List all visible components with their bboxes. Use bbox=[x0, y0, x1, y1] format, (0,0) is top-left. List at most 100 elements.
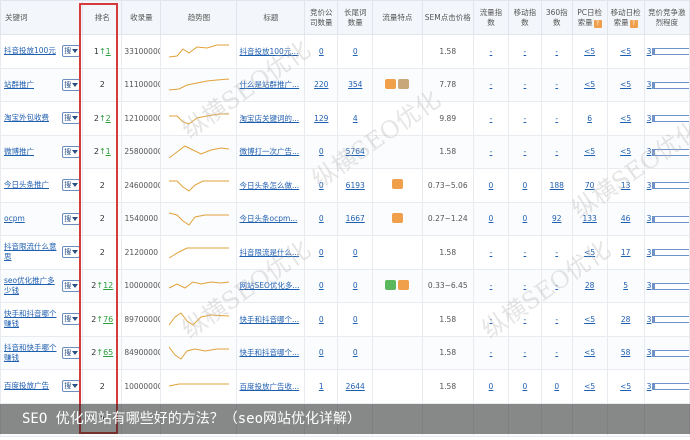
cell-pc-search-link[interactable]: 28 bbox=[585, 281, 595, 290]
search-dropdown[interactable]: 搜 bbox=[62, 212, 81, 225]
header-competition[interactable]: 竞价竞争激烈程度 bbox=[643, 0, 690, 35]
competition-value[interactable]: 3 bbox=[647, 214, 652, 223]
trend-sparkline[interactable] bbox=[167, 274, 231, 296]
trend-sparkline[interactable] bbox=[167, 173, 231, 195]
search-dropdown[interactable]: 搜 bbox=[62, 346, 81, 359]
longtail-link[interactable]: 6193 bbox=[346, 181, 365, 190]
longtail-link[interactable]: 2644 bbox=[346, 382, 365, 391]
header-sem[interactable]: SEM点击价格 bbox=[421, 0, 474, 35]
header-keyword[interactable]: 关键词 bbox=[0, 0, 84, 35]
cell-mobile-index-link[interactable]: 0 bbox=[522, 382, 527, 391]
cell-flow-index-link[interactable]: 0 bbox=[489, 181, 494, 190]
cell-flow-index-link[interactable]: - bbox=[490, 248, 493, 257]
longtail-link[interactable]: 354 bbox=[348, 80, 362, 89]
cell-360-index-link[interactable]: 188 bbox=[550, 181, 564, 190]
search-dropdown[interactable]: 搜 bbox=[62, 78, 81, 91]
cell-360-index-link[interactable]: 92 bbox=[552, 214, 562, 223]
cell-mobile-index-link[interactable]: - bbox=[524, 281, 527, 290]
cell-flow-index-link[interactable]: - bbox=[490, 147, 493, 156]
cell-mobile-index-link[interactable]: - bbox=[524, 114, 527, 123]
competition-value[interactable]: 3 bbox=[647, 114, 652, 123]
longtail-link[interactable]: 0 bbox=[353, 47, 358, 56]
cell-flow-index-link[interactable]: - bbox=[490, 281, 493, 290]
cell-title[interactable]: 网站SEO优化多... bbox=[236, 268, 306, 303]
header-360-index[interactable]: 360指数 bbox=[540, 0, 573, 35]
competition-value[interactable]: 3 bbox=[647, 348, 652, 357]
trend-sparkline[interactable] bbox=[167, 140, 231, 162]
trend-sparkline[interactable] bbox=[167, 307, 231, 329]
keyword-link[interactable]: 站群推广 bbox=[4, 80, 34, 90]
cell-pc-search-link[interactable]: <5 bbox=[584, 315, 595, 324]
cell-title[interactable]: 淘宝店关键词的... bbox=[236, 101, 306, 136]
keyword-link[interactable]: seo优化推广多少钱 bbox=[4, 276, 58, 296]
cell-360-index-link[interactable]: - bbox=[555, 348, 558, 357]
cell-flow-index-link[interactable]: - bbox=[490, 315, 493, 324]
header-indexed[interactable]: 收录量 bbox=[121, 0, 162, 35]
competition-value[interactable]: 3 bbox=[647, 281, 652, 290]
cell-flow-index-link[interactable]: - bbox=[490, 114, 493, 123]
longtail-link[interactable]: 0 bbox=[353, 248, 358, 257]
trend-sparkline[interactable] bbox=[167, 240, 231, 262]
competition-value[interactable]: 3 bbox=[647, 315, 652, 324]
search-dropdown[interactable]: 搜 bbox=[62, 45, 81, 58]
search-dropdown[interactable]: 搜 bbox=[62, 246, 81, 259]
cell-flow-index-link[interactable]: 0 bbox=[489, 382, 494, 391]
trend-sparkline[interactable] bbox=[167, 106, 231, 128]
cell-mobile-index-link[interactable]: - bbox=[524, 80, 527, 89]
rank-change[interactable]: 1 bbox=[106, 147, 111, 156]
cell-mobile-search-link[interactable]: <5 bbox=[620, 114, 631, 123]
cell-title[interactable]: 今日头条ocpm... bbox=[236, 201, 306, 236]
competition-value[interactable]: 3 bbox=[647, 47, 652, 56]
cell-mobile-index-link[interactable]: - bbox=[524, 47, 527, 56]
search-dropdown[interactable]: 搜 bbox=[62, 145, 81, 158]
cell-pc-search-link[interactable]: <5 bbox=[584, 382, 595, 391]
bid-count-link[interactable]: 0 bbox=[319, 147, 324, 156]
cell-pc-search-link[interactable]: <5 bbox=[584, 80, 595, 89]
header-mobile-index[interactable]: 移动指数 bbox=[507, 0, 542, 35]
cell-mobile-search-link[interactable]: 46 bbox=[621, 214, 631, 223]
search-dropdown[interactable]: 搜 bbox=[62, 179, 81, 192]
keyword-link[interactable]: 今日头条推广 bbox=[4, 180, 49, 190]
header-bid-count[interactable]: 竞价公司数量 bbox=[304, 0, 339, 35]
longtail-link[interactable]: 0 bbox=[353, 281, 358, 290]
rank-change[interactable]: 76 bbox=[103, 315, 113, 324]
cell-mobile-search-link[interactable]: 5 bbox=[623, 281, 628, 290]
bid-count-link[interactable]: 0 bbox=[319, 181, 324, 190]
cell-title[interactable]: 百度投放广告收... bbox=[236, 369, 306, 404]
competition-value[interactable]: 3 bbox=[647, 248, 652, 257]
rank-change[interactable]: 65 bbox=[103, 348, 113, 357]
cell-mobile-index-link[interactable]: 0 bbox=[522, 214, 527, 223]
bid-count-link[interactable]: 0 bbox=[319, 47, 324, 56]
cell-360-index-link[interactable]: - bbox=[555, 248, 558, 257]
search-dropdown[interactable]: 搜 bbox=[62, 380, 81, 393]
rank-change[interactable]: 2 bbox=[106, 114, 111, 123]
header-flow-index[interactable]: 流量指数 bbox=[472, 0, 509, 35]
longtail-link[interactable]: 5764 bbox=[346, 147, 365, 156]
header-mobile-search[interactable]: 移动日检索量? bbox=[606, 0, 645, 35]
cell-mobile-search-link[interactable]: 17 bbox=[621, 248, 631, 257]
cell-360-index-link[interactable]: - bbox=[555, 80, 558, 89]
cell-mobile-search-link[interactable]: <5 bbox=[620, 80, 631, 89]
bid-count-link[interactable]: 0 bbox=[319, 348, 324, 357]
header-longtail[interactable]: 长尾词数量 bbox=[337, 0, 374, 35]
header-rank[interactable]: 排名 bbox=[82, 0, 123, 35]
cell-title[interactable]: 快手和抖音哪个... bbox=[236, 302, 306, 337]
cell-mobile-search-link[interactable]: 28 bbox=[621, 315, 631, 324]
cell-flow-index-link[interactable]: 0 bbox=[489, 214, 494, 223]
keyword-link[interactable]: 抖音和快手哪个赚钱 bbox=[4, 343, 58, 363]
trend-sparkline[interactable] bbox=[167, 73, 231, 95]
competition-value[interactable]: 3 bbox=[647, 80, 652, 89]
cell-mobile-index-link[interactable]: - bbox=[524, 348, 527, 357]
cell-title[interactable]: 抖音限流是什么... bbox=[236, 235, 306, 270]
competition-value[interactable]: 3 bbox=[647, 382, 652, 391]
cell-mobile-search-link[interactable]: 13 bbox=[621, 181, 631, 190]
cell-pc-search-link[interactable]: <5 bbox=[584, 248, 595, 257]
cell-pc-search-link[interactable]: <5 bbox=[584, 348, 595, 357]
longtail-link[interactable]: 1667 bbox=[346, 214, 365, 223]
rank-change[interactable]: 1 bbox=[106, 47, 111, 56]
cell-360-index-link[interactable]: - bbox=[555, 281, 558, 290]
cell-360-index-link[interactable]: - bbox=[555, 47, 558, 56]
keyword-link[interactable]: ocpm bbox=[4, 214, 25, 224]
keyword-link[interactable]: 快手和抖音哪个赚钱 bbox=[4, 309, 58, 329]
bid-count-link[interactable]: 0 bbox=[319, 281, 324, 290]
